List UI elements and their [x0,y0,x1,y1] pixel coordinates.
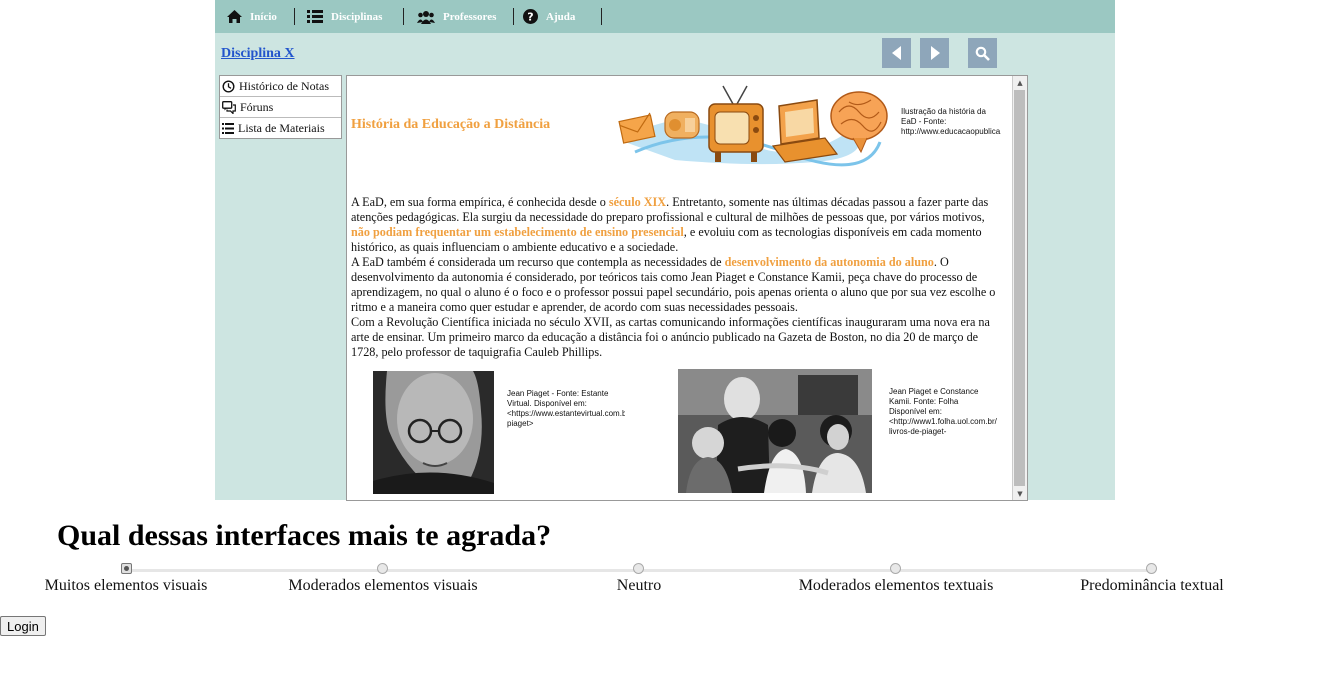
article-highlight: século XIX [608,195,667,209]
sidebar-item-label: Lista de Materiais [238,120,325,135]
piaget-kamii-photo [678,369,872,493]
article-text: A EaD, em sua forma empírica, é conhecid… [351,195,609,209]
svg-text:?: ? [527,11,533,24]
survey-option-label[interactable]: Neutro [617,577,661,595]
breadcrumb-disciplina[interactable]: Disciplina X [221,46,295,62]
side-menu: Histórico de Notas Fóruns Lista de Mater… [219,75,342,139]
home-icon [227,10,242,23]
nav-divider [294,8,295,25]
content-scrollbar[interactable]: ▲ ▼ [1012,76,1027,500]
nav-label: Professores [443,10,497,23]
photo2-caption: Jean Piaget e Constance Kamii. Fonte: Fo… [889,387,997,436]
article-text: A EaD também é considerada um recurso qu… [351,255,725,269]
nav-divider [513,8,514,25]
survey-option-label[interactable]: Predominância textual [1080,577,1224,595]
sidebar-item-foruns[interactable]: Fóruns [220,97,341,118]
nav-label: Disciplinas [331,10,383,23]
next-button[interactable] [920,38,949,68]
article-text: Com a Revolução Científica iniciada no s… [351,315,990,359]
list-icon [307,10,323,23]
illustration-caption: Ilustração da história da EaD - Fonte: h… [901,107,1001,136]
nav-divider [403,8,404,25]
jean-piaget-photo [373,371,494,494]
nav-item-ajuda[interactable]: ? Ajuda [523,0,575,33]
sidebar-item-historico[interactable]: Histórico de Notas [220,76,341,97]
content-panel[interactable]: História da Educação a Distância Ilustra… [346,75,1028,501]
ead-history-illustration [618,85,888,167]
prev-button[interactable] [882,38,911,68]
search-button[interactable] [968,38,997,68]
chevron-right-icon [930,46,940,60]
article-body: A EaD, em sua forma empírica, é conhecid… [351,195,1005,360]
photo1-caption: Jean Piaget - Fonte: Estante Virtual. Di… [507,389,625,428]
search-icon [975,46,990,61]
nav-label: Início [250,10,277,23]
sidebar-item-label: Fóruns [240,99,274,114]
nav-item-inicio[interactable]: Início [227,0,277,33]
survey-option-label[interactable]: Moderados elementos textuais [799,577,994,595]
article-highlight: não podiam frequentar um estabelecimento… [351,225,684,239]
nav-item-disciplinas[interactable]: Disciplinas [307,0,382,33]
sidebar-item-materiais[interactable]: Lista de Materiais [220,118,341,138]
article-title: História da Educação a Distância [351,117,551,132]
list-icon [222,122,234,134]
forum-icon [222,100,236,114]
nav-item-professores[interactable]: Professores [417,0,496,33]
article-highlight: desenvolvimento da autonomia do aluno [724,255,934,269]
nav-label: Ajuda [546,10,576,23]
survey-option-label[interactable]: Muitos elementos visuais [45,577,208,595]
survey-option-radio-2[interactable] [377,563,388,574]
history-icon [222,79,235,93]
scroll-down-icon[interactable]: ▼ [1013,487,1027,500]
help-icon: ? [523,9,538,24]
login-button[interactable]: Login [0,616,46,636]
survey-option-radio-5[interactable] [1146,563,1157,574]
survey-option-label[interactable]: Moderados elementos visuais [288,577,477,595]
users-icon [417,10,435,24]
nav-divider [601,8,602,25]
course-frame: Início Disciplinas Professores ? Ajuda D… [215,0,1115,501]
sidebar-item-label: Histórico de Notas [239,78,329,93]
survey-option-radio-1[interactable] [121,563,132,574]
top-nav: Início Disciplinas Professores ? Ajuda [215,0,1115,33]
survey-option-radio-3[interactable] [633,563,644,574]
chevron-left-icon [891,46,901,60]
scroll-thumb[interactable] [1014,90,1025,486]
survey-option-radio-4[interactable] [890,563,901,574]
scroll-up-icon[interactable]: ▲ [1013,76,1027,89]
survey-question: Qual dessas interfaces mais te agrada? [57,519,552,552]
